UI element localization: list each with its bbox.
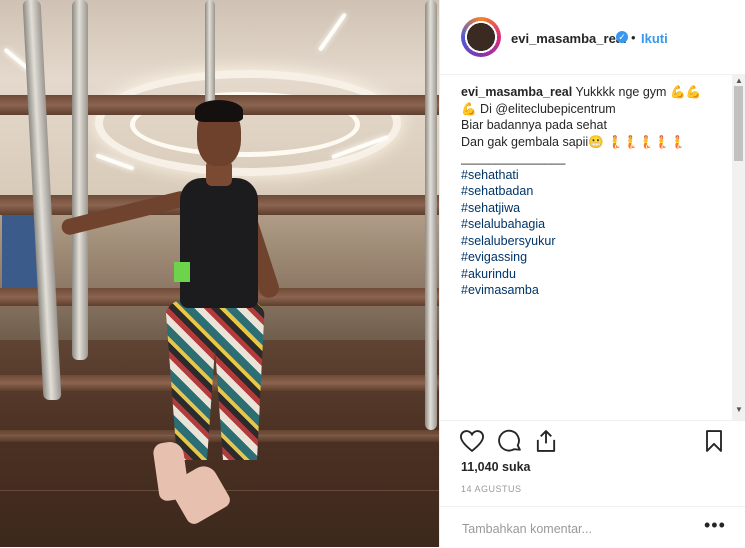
caption-divider: _______________ bbox=[461, 151, 566, 165]
hashtag-link[interactable]: #selalubersyukur bbox=[461, 233, 729, 250]
photo-person-hair bbox=[195, 100, 243, 122]
post-actions bbox=[440, 420, 745, 461]
hashtag-link[interactable]: #evimasamba bbox=[461, 282, 729, 299]
caption-first-line: evi_masamba_real Yukkkk nge gym 💪💪 bbox=[461, 84, 729, 101]
avatar[interactable] bbox=[461, 17, 501, 57]
post-side-panel: evi_masamba_real ✓ • Ikuti evi_masamba_r… bbox=[439, 0, 745, 547]
header-separator: • bbox=[631, 30, 636, 45]
caption-line: 💪 Di @eliteclubepicentrum bbox=[461, 101, 616, 116]
scrollbar-thumb[interactable] bbox=[734, 86, 743, 161]
photo-shirt-logo bbox=[174, 262, 190, 282]
post-date[interactable]: 14 AGUSTUS bbox=[461, 484, 522, 494]
hashtag-link[interactable]: #sehathati bbox=[461, 167, 729, 184]
photo-rail bbox=[0, 430, 439, 442]
follow-button[interactable]: Ikuti bbox=[641, 31, 668, 46]
scroll-up-arrow-icon[interactable]: ▲ bbox=[735, 76, 743, 85]
hashtag-link[interactable]: #akurindu bbox=[461, 266, 729, 283]
header-username[interactable]: evi_masamba_real bbox=[511, 31, 627, 46]
caption-line: Dan gak gembala sapii😬 🧜🧜🧜🧜🧜 bbox=[461, 134, 686, 149]
heart-icon[interactable] bbox=[458, 427, 486, 455]
hashtag-link[interactable]: #sehatjiwa bbox=[461, 200, 729, 217]
caption-username[interactable]: evi_masamba_real bbox=[461, 85, 572, 99]
photo-pole bbox=[425, 0, 437, 430]
share-icon[interactable] bbox=[532, 427, 560, 455]
scroll-down-arrow-icon[interactable]: ▼ bbox=[735, 405, 743, 414]
post-photo[interactable] bbox=[0, 0, 439, 547]
hashtag-link[interactable]: #sehatbadan bbox=[461, 183, 729, 200]
post-header: evi_masamba_real ✓ • Ikuti bbox=[440, 0, 745, 75]
like-count[interactable]: 11,040 suka bbox=[461, 460, 531, 474]
more-options-icon[interactable]: ••• bbox=[704, 515, 726, 536]
bookmark-icon[interactable] bbox=[700, 427, 728, 455]
photo-pole bbox=[205, 0, 215, 110]
caption: evi_masamba_real Yukkkk nge gym 💪💪 💪 Di … bbox=[461, 84, 729, 420]
comment-input[interactable] bbox=[460, 519, 694, 539]
hashtag-link[interactable]: #evigassing bbox=[461, 249, 729, 266]
verified-badge-icon: ✓ bbox=[616, 31, 628, 43]
comment-icon[interactable] bbox=[496, 427, 524, 455]
caption-text: Yukkkk nge gym 💪💪 bbox=[575, 85, 702, 99]
photo-person-top bbox=[180, 178, 258, 308]
photo-pole bbox=[72, 0, 88, 360]
hashtag-link[interactable]: #selalubahagia bbox=[461, 216, 729, 233]
caption-scrollbar[interactable]: ▲ ▼ bbox=[732, 74, 745, 420]
comment-box: ••• bbox=[440, 506, 745, 548]
instagram-post-modal: evi_masamba_real ✓ • Ikuti evi_masamba_r… bbox=[0, 0, 745, 547]
caption-line: Biar badannya pada sehat bbox=[461, 118, 607, 132]
